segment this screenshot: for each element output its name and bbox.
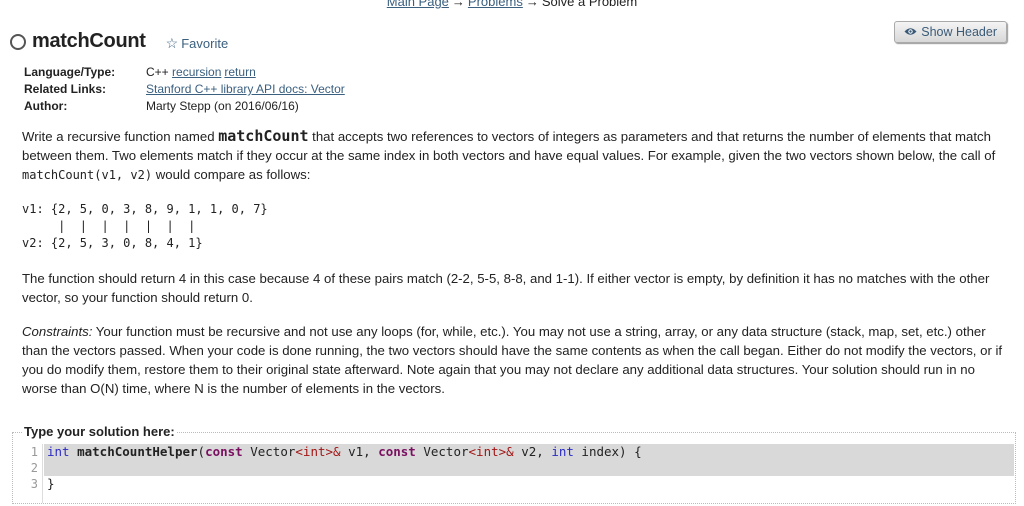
language-value: C++ — [146, 65, 169, 79]
constraints-paragraph: Constraints: Your function must be recur… — [22, 322, 1012, 398]
example-line-v1: v1: {2, 5, 0, 3, 8, 9, 1, 1, 0, 7} — [22, 202, 268, 216]
code-token: <int>& — [295, 444, 341, 459]
line-number-gutter: 1 2 3 — [13, 444, 43, 503]
meta-related-row: Related Links: Stanford C++ library API … — [24, 81, 348, 98]
constraints-label: Constraints: — [22, 324, 93, 339]
problem-meta: Language/Type: C++ recursion return Relat… — [24, 64, 348, 115]
problem-title-row: matchCount ☆ Favorite — [10, 30, 228, 53]
author-label: Author: — [24, 99, 68, 113]
star-icon: ☆ — [165, 34, 179, 51]
solution-fieldset: Type your solution here: 1 2 3 int match… — [12, 424, 1016, 504]
text: Write a recursive function named — [22, 129, 219, 144]
show-header-label: Show Header — [921, 25, 997, 39]
example-call: matchCount(v1, v2) — [22, 168, 153, 182]
text: would compare as follows: — [152, 167, 311, 182]
description-paragraph-1: Write a recursive function named matchCo… — [22, 127, 1012, 185]
favorite-label: Favorite — [181, 35, 229, 51]
breadcrumb-separator: → — [451, 0, 465, 9]
code-line[interactable] — [44, 460, 1014, 476]
code-token: Vector — [242, 444, 296, 459]
code-token: <int>& — [468, 444, 514, 459]
eye-icon — [904, 25, 917, 39]
breadcrumb-current: Solve a Problem — [541, 0, 638, 9]
description-paragraph-2: The function should return 4 in this cas… — [22, 271, 990, 305]
code-token: const — [378, 444, 416, 459]
tag-return[interactable]: return — [224, 65, 255, 79]
code-token: index) { — [573, 444, 642, 459]
author-value: Marty Stepp (on 2016/06/16) — [146, 99, 299, 113]
line-number: 1 — [30, 445, 38, 459]
breadcrumb-separator: → — [525, 0, 539, 9]
function-name: matchCount — [218, 127, 309, 145]
related-links-label: Related Links: — [24, 82, 107, 96]
show-header-button[interactable]: Show Header — [894, 21, 1007, 43]
solution-legend: Type your solution here: — [23, 424, 176, 439]
code-editor[interactable]: 1 2 3 int matchCountHelper(const Vector<… — [13, 444, 1015, 503]
breadcrumb-main-page[interactable]: Main Page — [387, 0, 449, 9]
example-vectors: v1: {2, 5, 0, 3, 8, 9, 1, 1, 0, 7} | | |… — [22, 201, 268, 252]
code-token: matchCountHelper — [77, 444, 198, 459]
example-line-v2: v2: {2, 5, 3, 0, 8, 4, 1} — [22, 236, 203, 250]
favorite-link[interactable]: ☆ Favorite — [166, 35, 229, 52]
circle-outline-icon — [10, 33, 26, 50]
code-token: v2, — [513, 444, 552, 459]
code-token: int — [551, 444, 574, 459]
meta-author-row: Author: Marty Stepp (on 2016/06/16) — [24, 98, 348, 115]
code-token: const — [205, 444, 243, 459]
example-line-matches: | | | | | | | — [22, 219, 196, 233]
language-label: Language/Type: — [24, 65, 116, 79]
constraints-text: Your function must be recursive and not … — [22, 324, 1003, 396]
line-number: 2 — [30, 461, 38, 475]
code-line[interactable]: int matchCountHelper(const Vector<int>& … — [44, 444, 1014, 460]
code-token: Vector — [415, 444, 469, 459]
page-title: matchCount — [32, 30, 146, 52]
breadcrumb: Main Page → Problems → Solve a Problem — [0, 0, 1024, 9]
code-token: int — [47, 444, 70, 459]
tag-recursion[interactable]: recursion — [172, 65, 221, 79]
code-line[interactable]: } — [44, 476, 1014, 492]
code-lines[interactable]: int matchCountHelper(const Vector<int>& … — [44, 444, 1014, 492]
line-number: 3 — [30, 477, 38, 491]
code-token: v1, — [340, 444, 379, 459]
breadcrumb-problems[interactable]: Problems — [468, 0, 523, 9]
related-link-vector-docs[interactable]: Stanford C++ library API docs: Vector — [146, 82, 345, 96]
code-token: ( — [197, 444, 206, 459]
meta-language-row: Language/Type: C++ recursion return — [24, 64, 348, 81]
